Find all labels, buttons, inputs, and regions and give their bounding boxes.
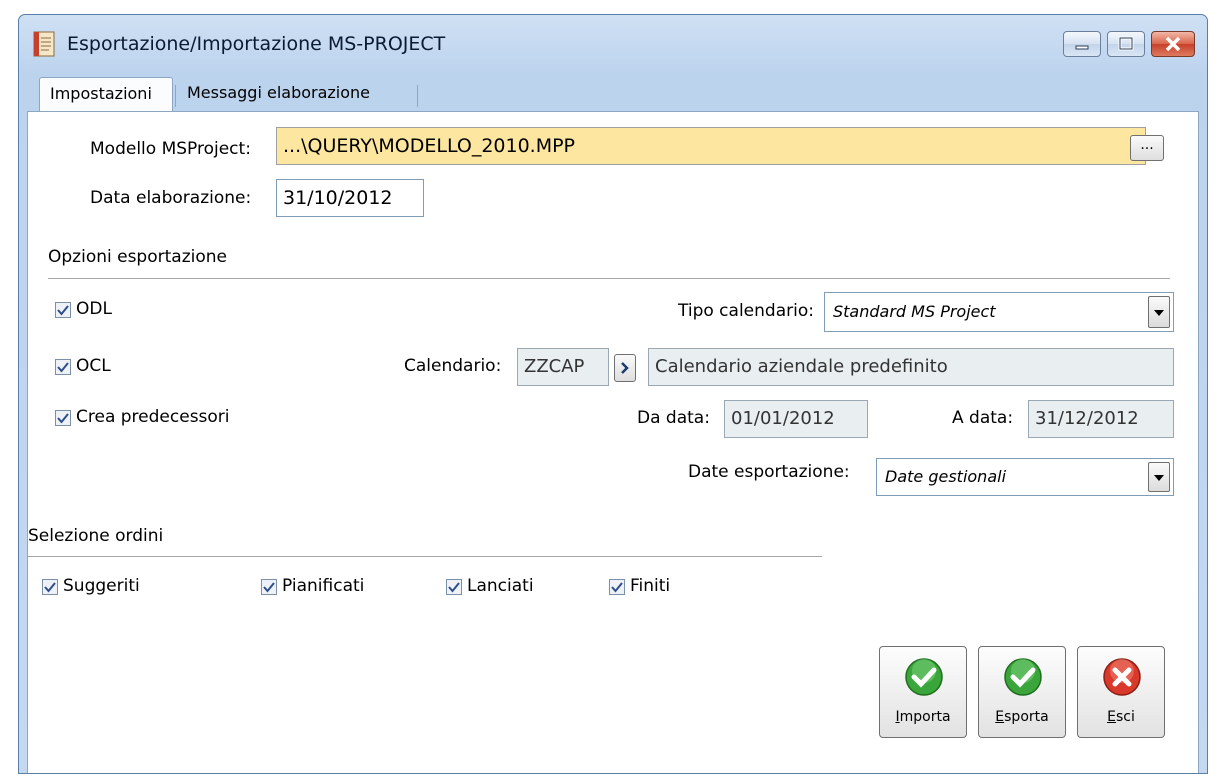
esci-label: Esci (1107, 709, 1135, 725)
crea-predecessori-checkbox[interactable] (55, 410, 71, 426)
maximize-icon (1118, 36, 1134, 51)
date-esportazione-select[interactable]: Date gestionali (876, 458, 1174, 496)
section-divider (28, 556, 822, 557)
tab-impostazioni[interactable]: Impostazioni (39, 77, 173, 111)
date-esportazione-value: Date gestionali (885, 467, 1007, 486)
checkmark-icon (611, 582, 623, 593)
esci-button[interactable]: Esci (1077, 646, 1165, 738)
minimize-icon (1075, 45, 1089, 50)
maximize-button[interactable] (1107, 31, 1145, 57)
finiti-label: Finiti (630, 576, 671, 596)
importa-label: Importa (895, 709, 951, 725)
chevron-down-icon (1154, 475, 1164, 481)
window-title: Esportazione/Importazione MS-PROJECT (67, 33, 446, 55)
close-icon (1165, 36, 1181, 52)
modello-input[interactable]: ...\QUERY\MODELLO_2010.MPP (276, 127, 1146, 165)
crea-predecessori-label: Crea predecessori (76, 407, 230, 427)
ocl-label: OCL (76, 356, 111, 376)
checkmark-icon (57, 305, 69, 316)
date-esportazione-label: Date esportazione: (688, 462, 850, 482)
lanciati-checkbox[interactable] (446, 579, 462, 595)
close-window-button[interactable] (1151, 31, 1195, 57)
a-data-label: A data: (952, 408, 1014, 428)
tab-messaggi-label: Messaggi elaborazione (187, 83, 371, 102)
tipo-calendario-select[interactable]: Standard MS Project (824, 292, 1174, 332)
modello-label: Modello MSProject: (90, 139, 251, 159)
opzioni-esportazione-heading: Opzioni esportazione (48, 247, 227, 267)
ocl-checkbox[interactable] (55, 359, 71, 375)
calendario-code-input[interactable]: ZZCAP (517, 348, 609, 386)
a-data-input[interactable]: 31/12/2012 (1028, 400, 1174, 438)
app-document-icon (33, 31, 55, 57)
odl-label: ODL (76, 299, 112, 319)
checkmark-icon (44, 582, 56, 593)
dropdown-button[interactable] (1148, 462, 1170, 492)
section-divider (48, 278, 1170, 279)
tipo-calendario-label: Tipo calendario: (678, 301, 814, 321)
calendario-description-field: Calendario aziendale predefinito (648, 348, 1174, 386)
tab-impostazioni-label: Impostazioni (50, 84, 152, 103)
browse-button[interactable]: ... (1130, 135, 1164, 161)
chevron-right-icon (621, 362, 629, 374)
dialog-window: Esportazione/Importazione MS-PROJECT Imp… (18, 14, 1208, 774)
suggeriti-label: Suggeriti (63, 576, 140, 596)
esporta-label: Esporta (995, 709, 1049, 725)
importa-button[interactable]: Importa (879, 646, 967, 738)
pianificati-label: Pianificati (282, 576, 365, 596)
checkmark-icon (57, 362, 69, 373)
checkmark-icon (448, 582, 460, 593)
esporta-button[interactable]: Esporta (978, 646, 1066, 738)
chevron-down-icon (1154, 310, 1164, 316)
checkmark-icon (263, 582, 275, 593)
dropdown-button[interactable] (1148, 296, 1170, 328)
tab-divider (175, 85, 176, 107)
check-circle-icon (1004, 658, 1042, 696)
pianificati-checkbox[interactable] (261, 579, 277, 595)
da-data-label: Da data: (637, 408, 710, 428)
minimize-button[interactable] (1063, 31, 1101, 57)
cancel-circle-icon (1103, 658, 1141, 696)
tab-messaggi-elaborazione[interactable]: Messaggi elaborazione (177, 77, 417, 111)
checkmark-icon (57, 413, 69, 424)
tab-strip: Impostazioni Messaggi elaborazione (27, 71, 1199, 113)
check-circle-icon (905, 658, 943, 696)
tipo-calendario-value: Standard MS Project (833, 302, 996, 321)
da-data-input[interactable]: 01/01/2012 (724, 400, 868, 438)
calendario-label: Calendario: (404, 356, 502, 376)
data-elaborazione-input[interactable]: 31/10/2012 (276, 179, 424, 217)
tab-divider (417, 85, 418, 107)
title-bar[interactable]: Esportazione/Importazione MS-PROJECT (19, 15, 1207, 73)
suggeriti-checkbox[interactable] (42, 579, 58, 595)
selezione-ordini-heading: Selezione ordini (28, 526, 164, 546)
data-elaborazione-label: Data elaborazione: (90, 188, 252, 208)
lanciati-label: Lanciati (467, 576, 534, 596)
odl-checkbox[interactable] (55, 302, 71, 318)
finiti-checkbox[interactable] (609, 579, 625, 595)
calendario-zoom-button[interactable] (614, 354, 636, 382)
